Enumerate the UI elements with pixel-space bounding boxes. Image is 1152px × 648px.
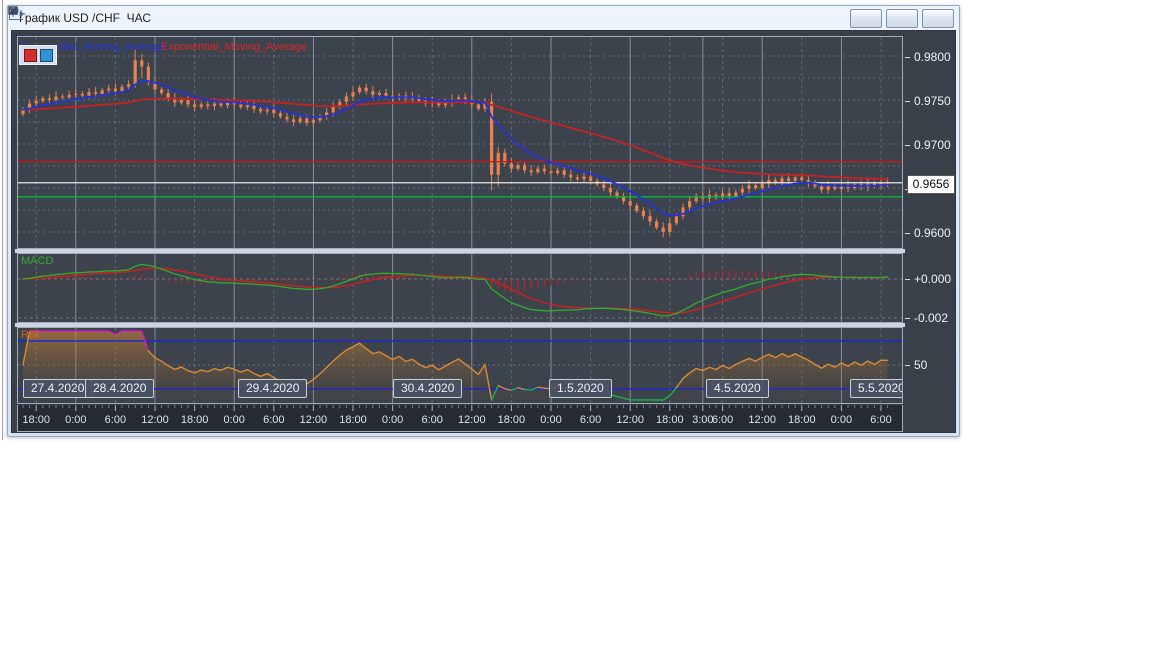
time-label: 12:00 [616, 414, 644, 426]
time-label: 6:00 [104, 414, 127, 426]
macd-gridlines [18, 278, 902, 319]
rsi-label: RSI [21, 329, 40, 341]
time-label: 18:00 [656, 414, 684, 426]
time-label: 18:00 [497, 414, 526, 426]
macd-panel[interactable]: MACD [17, 253, 903, 323]
time-label: 0:00 [223, 414, 245, 426]
close-button[interactable] [8, 6, 954, 28]
chart-client-area: Exponential_Moving_Average Exponential_M… [11, 30, 956, 433]
time-label: 0:00 [540, 414, 562, 426]
date-label: 4.5.2020 [706, 379, 769, 398]
time-label: 18:00 [180, 414, 209, 426]
price-axis-label: 0.9800 [914, 50, 951, 64]
time-ticks [22, 405, 889, 411]
price-axis[interactable]: 0.98000.97500.97000.96500.9600+0.000-0.0… [905, 31, 955, 432]
date-label: 30.4.2020 [393, 379, 463, 398]
time-label: 12:00 [748, 414, 776, 426]
time-label: 6:00 [263, 414, 285, 426]
axis-tick [905, 101, 910, 102]
time-axis[interactable]: 18:00 0:00 6:00 12:00 18:00 0:00 6:00 12:00 18:0… [17, 405, 903, 432]
date-label: 28.4.2020 [85, 379, 155, 398]
macd-axis-label: -0.002 [914, 311, 949, 325]
time-label: 0:00 [830, 414, 853, 426]
rsi-axis-label: 50 [914, 358, 928, 372]
time-label: 6:00 [711, 414, 734, 426]
ema-slow-legend[interactable]: Exponential_Moving_Average [161, 41, 307, 53]
date-label: 29.4.2020 [238, 379, 308, 398]
time-label: 6:00 [421, 414, 443, 426]
vertical-gridlines [35, 254, 882, 322]
level-lines [18, 160, 902, 198]
axis-tick [905, 145, 910, 146]
time-label: 18:00 [788, 414, 816, 426]
time-label: 12:00 [458, 414, 486, 426]
window-controls [8, 6, 954, 28]
macd-canvas[interactable] [18, 254, 902, 322]
axis-tick [905, 318, 910, 319]
window-titlebar[interactable]: График USD /CHF ЧАС [8, 6, 959, 30]
window-title: График USD /CHF ЧАС [19, 11, 152, 25]
vertical-gridlines [35, 37, 882, 248]
minimize-button[interactable] [9, 8, 882, 28]
time-label: 18:00 [339, 414, 367, 426]
indicator-buttons-toolbar [19, 45, 57, 65]
rsi-panel[interactable]: RSI 27.4.2020 28.4.2020 29.4.2020 30.4.2020… [17, 327, 903, 404]
background-window-edge [2, 0, 3, 440]
date-label: 5.5.2020 [850, 379, 902, 398]
red-square-button[interactable] [23, 48, 37, 62]
macd-axis-label: +0.000 [914, 272, 952, 286]
desktop: { "window": { "title": "График USD /CHF … [0, 0, 1152, 648]
price-chart-canvas[interactable] [18, 37, 902, 248]
time-label: 0:00 [65, 414, 87, 426]
price-axis-label: 0.9750 [914, 94, 951, 108]
price-axis-label: 0.9700 [914, 138, 951, 152]
axis-tick [905, 57, 910, 58]
candles-layer [21, 48, 890, 238]
axis-tick [905, 365, 910, 366]
time-label: 6:00 [870, 414, 892, 426]
time-label: 12:00 [141, 414, 169, 426]
date-label: 27.4.2020 [23, 379, 93, 398]
chart-window: График USD /CHF ЧАС Exponential_Moving_A… [7, 5, 960, 437]
price-axis-label: 0.9600 [914, 226, 951, 240]
restore-button[interactable] [8, 6, 918, 28]
price-chart-panel[interactable]: Exponential_Moving_Average Exponential_M… [17, 36, 903, 249]
blue-square-button[interactable] [39, 48, 53, 62]
time-label: 3:00 [692, 414, 714, 426]
time-label: 0:00 [381, 414, 404, 426]
time-label: 12:00 [299, 414, 328, 426]
time-label: 6:00 [579, 414, 602, 426]
macd-label: MACD [21, 255, 54, 267]
axis-tick [905, 233, 910, 234]
macd-lines [22, 263, 889, 317]
time-label: 18:00 [22, 414, 50, 426]
axis-tick [905, 279, 910, 280]
current-price-box: 0.9656 [907, 174, 955, 194]
date-label: 1.5.2020 [549, 379, 612, 398]
ema-overlays [22, 79, 889, 217]
